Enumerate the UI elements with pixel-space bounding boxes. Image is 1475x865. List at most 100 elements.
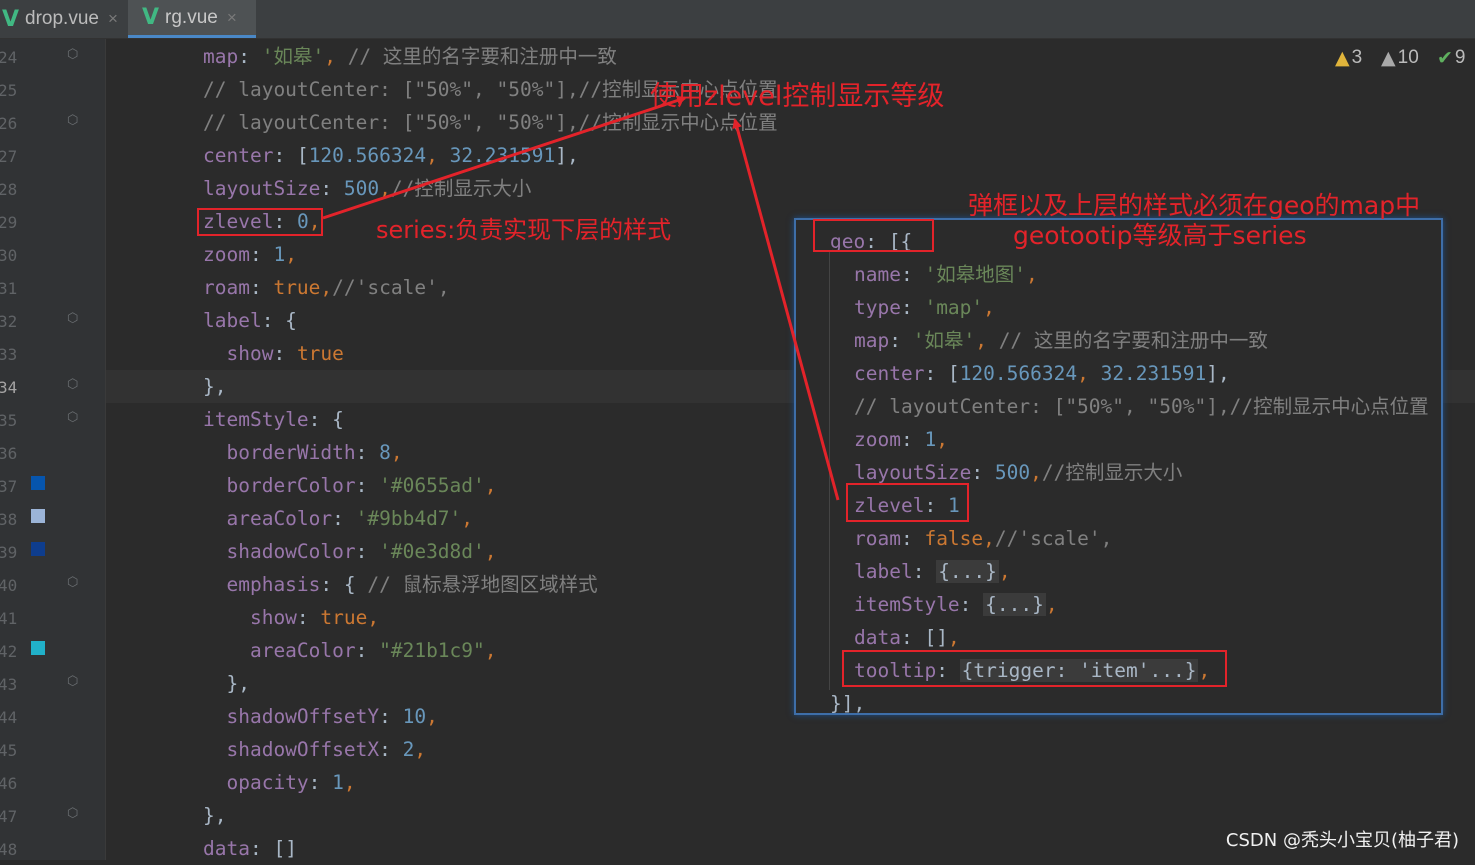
code-token: , xyxy=(484,474,497,497)
close-icon[interactable]: × xyxy=(227,8,237,28)
code-line[interactable]: zoom: 1, xyxy=(203,238,297,271)
code-line[interactable]: borderWidth: 8, xyxy=(203,436,403,469)
line-number: 28 xyxy=(0,180,18,199)
code-line[interactable]: map: '如皋', // 这里的名字要和注册中一致 xyxy=(203,40,617,73)
code-line[interactable]: }, xyxy=(203,370,226,403)
tab-label: drop.vue xyxy=(25,8,99,29)
code-token: center xyxy=(854,362,925,385)
code-line[interactable]: center: [120.566324, 32.231591], xyxy=(203,139,579,172)
line-number: 36 xyxy=(0,444,18,463)
code-token: {...} xyxy=(936,560,999,583)
code-line[interactable]: data: [] xyxy=(203,832,297,865)
code-line[interactable]: areaColor: "#21b1c9", xyxy=(203,634,497,667)
code-token: , xyxy=(426,144,450,167)
annotation-series: series:负责实现下层的样式 xyxy=(376,216,672,244)
typo-count[interactable]: ✔ 9 xyxy=(1437,47,1466,69)
code-token: 32.231591 xyxy=(1100,362,1207,385)
code-token: layoutSize xyxy=(854,461,972,484)
overlay-code-line: zoom: 1, xyxy=(854,423,948,456)
code-token: , xyxy=(1077,362,1101,385)
color-swatch[interactable] xyxy=(31,509,45,523)
code-token: zoom xyxy=(203,243,250,266)
code-token: : [ xyxy=(924,362,960,385)
code-line[interactable]: roam: true,//'scale', xyxy=(203,271,450,304)
code-token: data xyxy=(203,837,250,860)
line-number: 27 xyxy=(0,147,18,166)
code-token: {...} xyxy=(983,593,1046,616)
code-token: : xyxy=(249,243,274,266)
code-token: : [] xyxy=(900,626,948,649)
highlight-series-zlevel xyxy=(197,208,323,236)
line-number: 48 xyxy=(0,840,18,859)
code-token: , xyxy=(390,441,403,464)
fold-marker-icon[interactable]: ⬡ xyxy=(67,377,78,392)
code-token: , xyxy=(285,243,297,266)
line-number: 42 xyxy=(0,642,18,661)
fold-marker-icon[interactable]: ⬡ xyxy=(67,410,78,425)
warning-icon: ▲ xyxy=(1335,47,1350,69)
code-token: ], xyxy=(1206,362,1230,385)
line-number: 40 xyxy=(0,576,18,595)
code-token: : xyxy=(971,461,995,484)
fold-marker-icon[interactable]: ⬡ xyxy=(67,674,78,689)
code-token: , xyxy=(1030,461,1042,484)
code-token: '如皋地图' xyxy=(924,263,1026,286)
code-token: , xyxy=(426,705,438,728)
code-line[interactable]: shadowOffsetY: 10, xyxy=(203,700,438,733)
csdn-watermark: CSDN @秃头小宝贝(柚子君) xyxy=(1225,830,1459,851)
code-token: , xyxy=(1045,593,1058,616)
color-swatch[interactable] xyxy=(31,542,45,556)
code-token: 32.231591 xyxy=(449,144,556,167)
code-token: 8 xyxy=(379,441,391,464)
fold-marker-icon[interactable]: ⬡ xyxy=(67,47,78,62)
code-line[interactable]: itemStyle: { xyxy=(203,403,344,436)
code-line[interactable]: show: true xyxy=(203,337,343,370)
code-token: emphasis xyxy=(203,573,321,596)
fold-marker-icon[interactable]: ⬡ xyxy=(67,113,78,128)
code-token: opacity xyxy=(203,771,309,794)
code-token: 10 xyxy=(402,705,427,728)
code-token: name xyxy=(854,263,901,286)
code-line[interactable]: borderColor: '#0655ad', xyxy=(203,469,497,502)
code-token: // 这里的名字要和注册中一致 xyxy=(998,329,1268,352)
code-line[interactable]: areaColor: '#9bb4d7', xyxy=(203,502,473,535)
code-line[interactable]: layoutSize: 500,//控制显示大小 xyxy=(203,172,531,205)
code-token: , xyxy=(461,507,474,530)
fold-marker-icon[interactable]: ⬡ xyxy=(67,806,78,821)
line-number-gutter[interactable]: 24 ⬡ 25 26 ⬡ 27 28 29 30 31 32 ⬡ 33 34 ⬡ 35 ⬡ 36 37 38 39 40 ⬡… xyxy=(0,39,105,860)
code-token: ], xyxy=(555,144,579,167)
code-token: center xyxy=(203,144,274,167)
code-token: , xyxy=(936,428,948,451)
close-icon[interactable]: × xyxy=(108,9,118,29)
code-line[interactable]: shadowColor: '#0e3d8d', xyxy=(203,535,496,568)
code-line[interactable]: emphasis: { // 鼠标悬浮地图区域样式 xyxy=(203,568,598,601)
color-swatch[interactable] xyxy=(31,476,45,490)
code-token: : xyxy=(355,474,380,497)
color-swatch[interactable] xyxy=(31,641,45,655)
code-line[interactable]: }, xyxy=(203,667,250,700)
code-token: // 鼠标悬浮地图区域样式 xyxy=(367,573,598,596)
gutter-divider xyxy=(105,39,106,860)
weak-warning-count[interactable]: ▲ 10 xyxy=(1381,47,1419,69)
code-line[interactable]: show: true, xyxy=(203,601,379,634)
code-line[interactable]: label: { xyxy=(203,304,297,337)
code-token: , xyxy=(414,738,427,761)
fold-marker-icon[interactable]: ⬡ xyxy=(67,575,78,590)
code-token: : xyxy=(320,177,344,200)
code-line[interactable]: }, xyxy=(203,799,226,832)
overlay-code-line: map: '如皋', // 这里的名字要和注册中一致 xyxy=(854,324,1268,357)
code-token: : xyxy=(332,507,356,530)
warning-count[interactable]: ▲ 3 xyxy=(1335,47,1362,69)
code-line[interactable]: shadowOffsetX: 2, xyxy=(203,733,426,766)
code-line[interactable]: opacity: 1, xyxy=(203,766,355,799)
code-token: map xyxy=(854,329,890,352)
code-token: : [ xyxy=(273,144,309,167)
tab-rg-vue[interactable]: V rg.vue × xyxy=(128,0,256,38)
line-number: 25 xyxy=(0,81,18,100)
code-token: map xyxy=(203,45,239,68)
code-token: show xyxy=(203,606,297,629)
code-token: //'scale', xyxy=(332,276,450,299)
tab-drop-vue[interactable]: V drop.vue × xyxy=(0,0,124,38)
code-token: : xyxy=(355,441,380,464)
fold-marker-icon[interactable]: ⬡ xyxy=(67,311,78,326)
